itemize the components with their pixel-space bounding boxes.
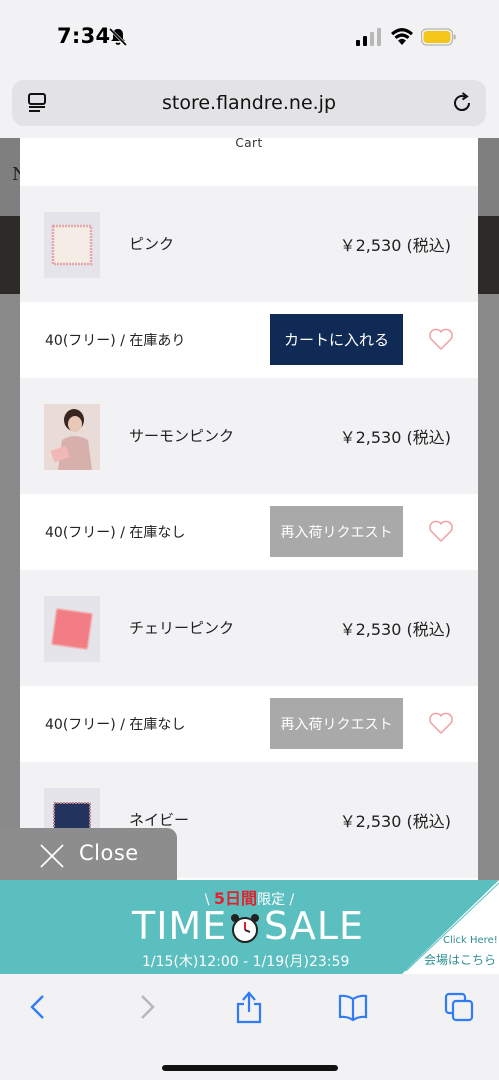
close-label[interactable]: Close — [79, 841, 139, 865]
share-icon[interactable] — [234, 990, 264, 1024]
restock-request-button[interactable]: 再入荷リクエスト — [270, 698, 403, 749]
item-price: ￥2,530 (税込) — [339, 620, 451, 639]
heart-icon[interactable] — [428, 711, 454, 735]
banner-time-text: TIME — [132, 904, 228, 948]
status-time: 7:34 — [57, 24, 111, 48]
banner-dates: 1/15(木)12:00 - 1/19(月)23:59 — [142, 954, 350, 970]
handkerchief-image — [50, 607, 94, 651]
model-image — [44, 404, 100, 470]
add-to-cart-button[interactable]: カートに入れる — [270, 314, 403, 365]
close-icon[interactable] — [40, 844, 64, 868]
item-name: サーモンピンク — [129, 427, 235, 445]
stock-row: 40(フリー) / 在庫なし 再入荷リクエスト — [20, 686, 478, 762]
heart-icon[interactable] — [428, 519, 454, 543]
item-name: ネイビー — [129, 811, 190, 829]
item-price: ￥2,530 (税込) — [339, 236, 451, 255]
cart-modal: Cart ピンク ￥2,530 (税込) 40(フリー) / 在庫あり カートに… — [20, 138, 478, 880]
close-button[interactable]: Close — [0, 828, 177, 882]
handkerchief-image — [51, 224, 93, 266]
time-sale-banner[interactable]: \ 5日間限定 / TIME SALE 1/15(木)12:00 - 1/19(… — [0, 880, 499, 974]
venue-link[interactable]: 会場はこちら — [424, 951, 496, 968]
list-item: チェリーピンク ￥2,530 (税込) — [20, 570, 478, 686]
list-item: ピンク ￥2,530 (税込) — [20, 186, 478, 302]
forward-icon[interactable] — [131, 992, 161, 1022]
heart-icon[interactable] — [428, 327, 454, 351]
bell-slash-icon — [108, 27, 128, 47]
item-price: ￥2,530 (税込) — [339, 428, 451, 447]
reload-icon[interactable] — [450, 91, 474, 115]
list-item: サーモンピンク ￥2,530 (税込) — [20, 378, 478, 494]
product-thumbnail[interactable] — [44, 212, 100, 278]
battery-icon — [421, 28, 456, 46]
item-price: ￥2,530 (税込) — [339, 812, 451, 831]
home-indicator — [162, 1065, 338, 1071]
clock-icon — [231, 914, 259, 943]
item-name: チェリーピンク — [129, 619, 235, 637]
tabs-icon[interactable] — [444, 992, 474, 1022]
stock-label: 40(フリー) / 在庫あり — [45, 333, 186, 349]
stock-row: 40(フリー) / 在庫あり カートに入れる — [20, 302, 478, 378]
browser-toolbar — [0, 974, 499, 1080]
banner-sale-text: SALE — [264, 904, 365, 948]
modal-title: Cart — [235, 138, 263, 150]
signal-icon — [356, 28, 381, 46]
address-bar[interactable]: store.flandre.ne.jp — [12, 80, 486, 126]
restock-request-button[interactable]: 再入荷リクエスト — [270, 506, 403, 557]
click-here-label[interactable]: Click Here! — [443, 935, 498, 946]
stock-label: 40(フリー) / 在庫なし — [45, 717, 186, 733]
url-text[interactable]: store.flandre.ne.jp — [12, 92, 486, 114]
product-thumbnail[interactable] — [44, 404, 100, 470]
status-bar: 7:34 — [0, 0, 499, 72]
item-name: ピンク — [129, 235, 175, 253]
stock-row: 40(フリー) / 在庫なし 再入荷リクエスト — [20, 494, 478, 570]
back-icon[interactable] — [24, 992, 54, 1022]
product-thumbnail[interactable] — [44, 596, 100, 662]
stock-label: 40(フリー) / 在庫なし — [45, 525, 186, 541]
wifi-icon — [391, 28, 413, 45]
bookmarks-icon[interactable] — [338, 992, 368, 1022]
